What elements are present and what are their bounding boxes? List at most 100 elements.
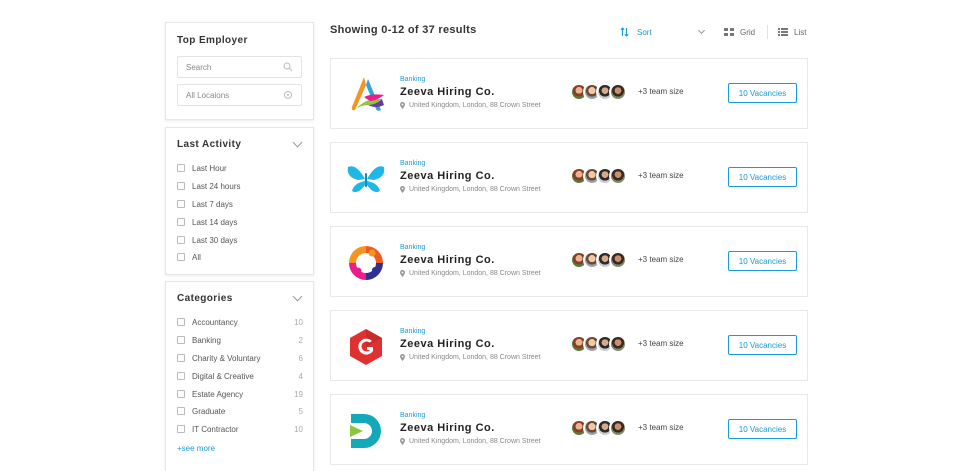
top-employer-title: Top Employer bbox=[177, 35, 248, 46]
category-label[interactable]: Banking bbox=[400, 412, 425, 419]
activity-option-last-7-days[interactable]: Last 7 days bbox=[177, 197, 303, 211]
location-text: United Kingdom, London, 88 Crown Street bbox=[400, 186, 541, 193]
company-name[interactable]: Zeeva Hiring Co. bbox=[400, 422, 495, 434]
option-label: All bbox=[192, 252, 201, 262]
option-count: 19 bbox=[294, 389, 303, 399]
see-more-link[interactable]: +see more bbox=[177, 444, 215, 453]
vacancies-button[interactable]: 10 Vacancies bbox=[728, 83, 797, 103]
company-name[interactable]: Zeeva Hiring Co. bbox=[400, 170, 495, 182]
checkbox[interactable] bbox=[177, 253, 185, 261]
map-pin-icon bbox=[400, 438, 405, 445]
category-option[interactable]: IT Contractor 10 bbox=[177, 422, 303, 436]
team-avatars bbox=[570, 251, 627, 269]
chevron-down-icon[interactable] bbox=[292, 291, 303, 302]
avatar bbox=[609, 419, 627, 437]
activity-option-last-30-days[interactable]: Last 30 days bbox=[177, 233, 303, 247]
option-label: Charity & Voluntary bbox=[192, 353, 261, 363]
location-target-icon bbox=[284, 91, 292, 99]
g-hexagon-logo-icon bbox=[350, 329, 382, 365]
vacancies-button[interactable]: 10 Vacancies bbox=[728, 167, 797, 187]
map-pin-icon bbox=[400, 354, 405, 361]
option-count: 2 bbox=[298, 335, 303, 345]
grid-label: Grid bbox=[740, 27, 756, 37]
vacancies-button[interactable]: 10 Vacancies bbox=[728, 251, 797, 271]
team-size: +3 team size bbox=[638, 339, 684, 348]
option-label: Last 30 days bbox=[192, 235, 238, 245]
category-label[interactable]: Banking bbox=[400, 76, 425, 83]
map-pin-icon bbox=[400, 102, 405, 109]
sort-arrows-icon bbox=[620, 27, 629, 37]
option-count: 10 bbox=[294, 424, 303, 434]
company-name[interactable]: Zeeva Hiring Co. bbox=[400, 338, 495, 350]
category-label[interactable]: Banking bbox=[400, 328, 425, 335]
team-avatars bbox=[570, 419, 627, 437]
map-pin-icon bbox=[400, 186, 405, 193]
option-label: Digital & Creative bbox=[192, 371, 254, 381]
avatar bbox=[609, 251, 627, 269]
butterfly-logo-icon bbox=[347, 166, 385, 193]
option-count: 4 bbox=[298, 371, 303, 381]
location-select[interactable]: All Locaions bbox=[177, 84, 302, 106]
location-text: United Kingdom, London, 88 Crown Street bbox=[400, 438, 541, 445]
category-option[interactable]: Accountancy 10 bbox=[177, 315, 303, 329]
category-label[interactable]: Banking bbox=[400, 244, 425, 251]
people-circle-logo-icon bbox=[349, 246, 383, 280]
last-activity-title: Last Activity bbox=[177, 139, 242, 150]
category-option[interactable]: Digital & Creative 4 bbox=[177, 369, 303, 383]
option-label: Estate Agency bbox=[192, 389, 244, 399]
category-option[interactable]: Banking 2 bbox=[177, 333, 303, 347]
top-employer-panel: Top Employer Search All Locaions bbox=[165, 22, 314, 120]
checkbox[interactable] bbox=[177, 236, 185, 244]
location-text: United Kingdom, London, 88 Crown Street bbox=[400, 270, 541, 277]
grid-view-button[interactable]: Grid bbox=[724, 25, 755, 39]
company-name[interactable]: Zeeva Hiring Co. bbox=[400, 86, 495, 98]
checkbox[interactable] bbox=[177, 425, 185, 433]
category-option[interactable]: Charity & Voluntary 6 bbox=[177, 351, 303, 365]
option-count: 6 bbox=[298, 353, 303, 363]
location-label: United Kingdom, London, 88 Crown Street bbox=[409, 186, 541, 193]
list-icon bbox=[778, 28, 788, 36]
checkbox[interactable] bbox=[177, 407, 185, 415]
d-play-logo-icon bbox=[350, 414, 381, 448]
activity-option-last-14-days[interactable]: Last 14 days bbox=[177, 215, 303, 229]
search-input[interactable]: Search bbox=[177, 56, 302, 78]
category-option[interactable]: Graduate 5 bbox=[177, 404, 303, 418]
company-name[interactable]: Zeeva Hiring Co. bbox=[400, 254, 495, 266]
option-label: Graduate bbox=[192, 406, 226, 416]
checkbox[interactable] bbox=[177, 200, 185, 208]
option-label: Last 24 hours bbox=[192, 181, 241, 191]
checkbox[interactable] bbox=[177, 164, 185, 172]
option-count: 5 bbox=[298, 406, 303, 416]
option-label: Accountancy bbox=[192, 317, 238, 327]
list-view-button[interactable]: List bbox=[778, 25, 806, 39]
employer-card[interactable]: Banking Zeeva Hiring Co. United Kingdom,… bbox=[330, 226, 808, 297]
sort-dropdown[interactable]: Sort bbox=[620, 25, 710, 39]
employer-card[interactable]: Banking Zeeva Hiring Co. United Kingdom,… bbox=[330, 142, 808, 213]
activity-option-last-hour[interactable]: Last Hour bbox=[177, 161, 303, 175]
chevron-down-icon[interactable] bbox=[292, 137, 303, 148]
checkbox[interactable] bbox=[177, 390, 185, 398]
employer-card[interactable]: Banking Zeeva Hiring Co. United Kingdom,… bbox=[330, 310, 808, 381]
employer-card[interactable]: Banking Zeeva Hiring Co. United Kingdom,… bbox=[330, 394, 808, 465]
activity-option-last-24-hours[interactable]: Last 24 hours bbox=[177, 179, 303, 193]
chevron-down-icon bbox=[697, 26, 706, 35]
category-label[interactable]: Banking bbox=[400, 160, 425, 167]
vacancies-button[interactable]: 10 Vacancies bbox=[728, 419, 797, 439]
option-label: IT Contractor bbox=[192, 424, 239, 434]
employer-card[interactable]: Banking Zeeva Hiring Co. United Kingdom,… bbox=[330, 58, 808, 129]
checkbox[interactable] bbox=[177, 218, 185, 226]
checkbox[interactable] bbox=[177, 182, 185, 190]
activity-option-all[interactable]: All bbox=[177, 250, 303, 264]
results-count: Showing 0-12 of 37 results bbox=[330, 24, 477, 36]
vacancies-button[interactable]: 10 Vacancies bbox=[728, 335, 797, 355]
checkbox[interactable] bbox=[177, 372, 185, 380]
search-icon bbox=[283, 62, 293, 72]
checkbox[interactable] bbox=[177, 354, 185, 362]
checkbox[interactable] bbox=[177, 318, 185, 326]
avatar bbox=[609, 83, 627, 101]
location-label: United Kingdom, London, 88 Crown Street bbox=[409, 102, 541, 109]
grid-icon bbox=[724, 28, 734, 36]
location-label: United Kingdom, London, 88 Crown Street bbox=[409, 438, 541, 445]
checkbox[interactable] bbox=[177, 336, 185, 344]
category-option[interactable]: Estate Agency 19 bbox=[177, 387, 303, 401]
